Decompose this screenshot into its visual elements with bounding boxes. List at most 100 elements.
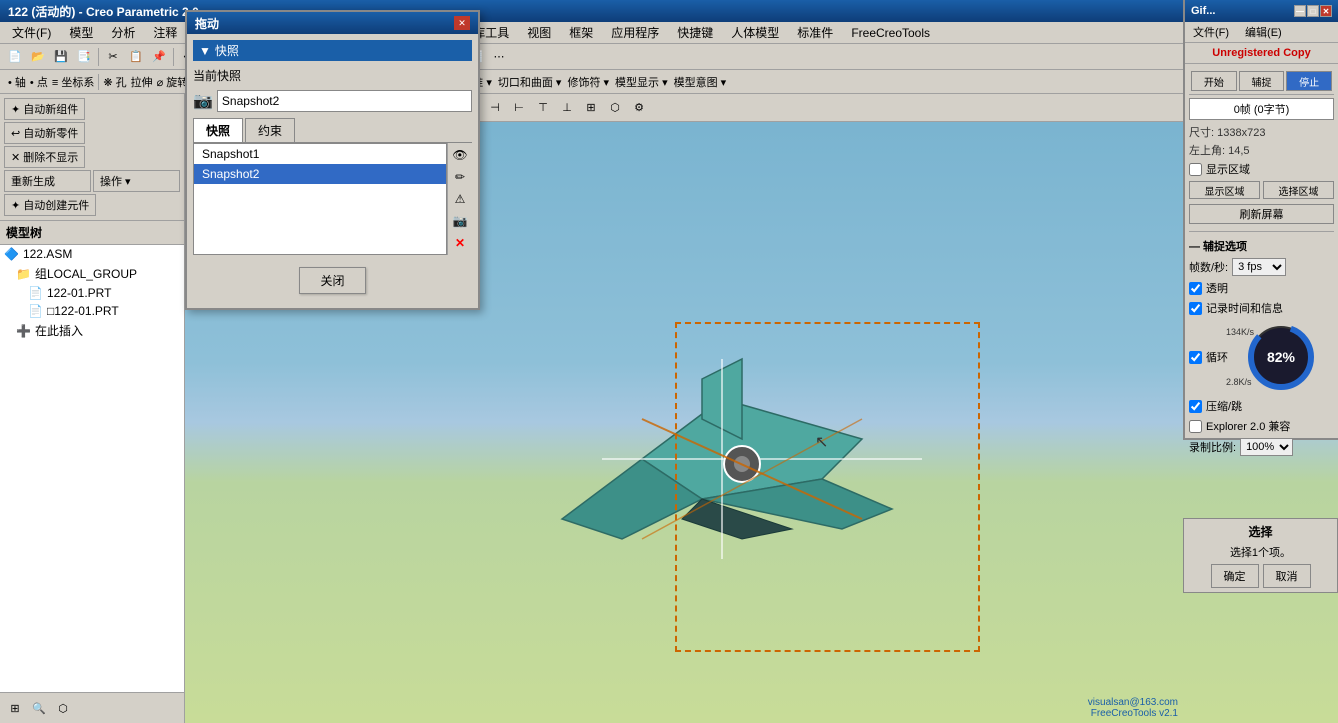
dialog-tabs: 快照 约束 — [193, 118, 472, 143]
snapshot-item-2[interactable]: Snapshot2 — [194, 164, 446, 184]
unregistered-copy-label: Unregistered Copy — [1185, 43, 1338, 64]
menu-standard[interactable]: 标准件 — [789, 22, 841, 43]
gif-menu-file[interactable]: 文件(F) — [1185, 22, 1237, 42]
toolbar-axis[interactable]: • 轴 — [8, 74, 26, 90]
tb-save[interactable]: 💾 — [50, 46, 72, 68]
toolbar-coord[interactable]: ≡ 坐标系 — [52, 74, 94, 90]
gif-min-btn[interactable]: — — [1294, 5, 1306, 17]
menu-frame[interactable]: 框架 — [561, 22, 601, 43]
tree-item-part1[interactable]: 📄 122-01.PRT — [0, 284, 184, 302]
snap-nav6[interactable]: ⊢ — [508, 97, 530, 119]
snapshot-item-1[interactable]: Snapshot1 — [194, 144, 446, 164]
tab-snapshot[interactable]: 快照 — [193, 118, 243, 142]
menu-shortcuts[interactable]: 快捷键 — [669, 22, 721, 43]
snapshot-name-input[interactable] — [217, 90, 472, 112]
delete-hidden-btn[interactable]: ✕ 删除不显示 — [4, 146, 85, 168]
gif-size-label: 尺寸: 1338x723 — [1189, 123, 1334, 141]
snap-nav8[interactable]: ⊥ — [556, 97, 578, 119]
menu-analysis[interactable]: 分析 — [103, 22, 143, 43]
toolbar-point[interactable]: • 点 — [30, 74, 48, 90]
tb-open[interactable]: 📂 — [27, 46, 49, 68]
gif-ratio-select[interactable]: 50% 75% 100% 150% 200% — [1240, 438, 1293, 456]
menu-model-display[interactable]: 模型显示 ▾ — [615, 74, 668, 90]
gif-compress-checkbox[interactable] — [1189, 400, 1202, 413]
menu-view[interactable]: 视图 — [519, 22, 559, 43]
insert-icon: ➕ — [16, 324, 31, 338]
operations-btn[interactable]: 操作 ▾ — [93, 170, 180, 192]
tab-constraint[interactable]: 约束 — [245, 118, 295, 142]
tree-item-insert[interactable]: ➕ 在此插入 — [0, 320, 184, 341]
left-icon1[interactable]: ⊞ — [4, 697, 26, 719]
gif-aux-btn[interactable]: 辅捉 — [1239, 71, 1285, 91]
tb-more[interactable]: ⋯ — [488, 46, 510, 68]
snap-nav9[interactable]: ⊞ — [580, 97, 602, 119]
tree-item-asm[interactable]: 🔷 122.ASM — [0, 245, 184, 263]
gif-gauge-svg: 82% — [1246, 322, 1316, 392]
snap-nav5[interactable]: ⊣ — [484, 97, 506, 119]
menu-annotation[interactable]: 注释 — [145, 22, 185, 43]
gif-start-btn[interactable]: 开始 — [1191, 71, 1237, 91]
toolbar-revolve[interactable]: ⌀ 旋转 — [157, 74, 189, 90]
model-tree[interactable]: 🔷 122.ASM 📁 组LOCAL_GROUP 📄 122-01.PRT 📄 … — [0, 245, 184, 692]
gif-transparent-label: 透明 — [1206, 280, 1228, 296]
gif-max-btn[interactable]: □ — [1307, 5, 1319, 17]
snapshot-list[interactable]: Snapshot1 Snapshot2 — [193, 143, 447, 255]
gif-fps-select[interactable]: 1 fps 2 fps 3 fps 5 fps 10 fps — [1232, 258, 1286, 276]
camera-icon: 📷 — [193, 91, 213, 111]
menu-file[interactable]: 文件(F) — [4, 22, 59, 43]
gif-timestamp-checkbox[interactable] — [1189, 302, 1202, 315]
gif-menu-edit[interactable]: 编辑(E) — [1237, 22, 1290, 42]
tool-camera[interactable]: 📷 — [450, 211, 470, 231]
snapshot-dialog: 拖动 ✕ ▼ 快照 当前快照 📷 快照 约束 Snapshot1 Snapsho… — [185, 10, 480, 310]
tool-eye[interactable]: 👁 — [450, 145, 470, 165]
gif-loop-row: 循环 — [1189, 349, 1228, 365]
gif-loop-label: 循环 — [1206, 349, 1228, 365]
tree-item-part2[interactable]: 📄 □122-01.PRT — [0, 302, 184, 320]
gif-explorer-checkbox[interactable] — [1189, 420, 1202, 433]
gif-stop-btn[interactable]: 停止 — [1286, 71, 1332, 91]
menu-model[interactable]: 模型 — [61, 22, 101, 43]
snap-nav10[interactable]: ⬡ — [604, 97, 626, 119]
gif-select-region-btn[interactable]: 选择区域 — [1263, 181, 1334, 199]
tree-item-group[interactable]: 📁 组LOCAL_GROUP — [0, 263, 184, 284]
toolbar-hole[interactable]: ❋ 孔 — [103, 74, 126, 90]
gif-display-checkbox[interactable] — [1189, 163, 1202, 176]
toolbar-extrude[interactable]: 拉伸 — [131, 74, 153, 90]
gif-loop-checkbox[interactable] — [1189, 351, 1202, 364]
tb-paste[interactable]: 📌 — [148, 46, 170, 68]
regenerate-btn[interactable]: 重新生成 — [4, 170, 91, 192]
tb-copy[interactable]: 📋 — [125, 46, 147, 68]
dialog-close-button[interactable]: ✕ — [454, 16, 470, 30]
menu-modifier[interactable]: 修饰符 ▾ — [567, 74, 609, 90]
auto-new-part-btn[interactable]: ↩ 自动新零件 — [4, 122, 85, 144]
dialog-close-btn-bottom[interactable]: 关闭 — [299, 267, 365, 294]
tool-delete[interactable]: ✕ — [450, 233, 470, 253]
menu-human-model[interactable]: 人体模型 — [723, 22, 787, 43]
tb-save2[interactable]: 📑 — [73, 46, 95, 68]
left-icon3[interactable]: ⬡ — [52, 697, 74, 719]
snap-nav7[interactable]: ⊤ — [532, 97, 554, 119]
menu-apps[interactable]: 应用程序 — [603, 22, 667, 43]
tool-edit[interactable]: ✏ — [450, 167, 470, 187]
auto-new-component-btn[interactable]: ✦ 自动新组件 — [4, 98, 85, 120]
sep1 — [98, 48, 99, 66]
tb-cut[interactable]: ✂ — [102, 46, 124, 68]
dialog-side-toolbar: 👁 ✏ ⚠ 📷 ✕ — [447, 143, 472, 255]
snap-settings[interactable]: ⚙ — [628, 97, 650, 119]
selection-confirm-btn[interactable]: 确定 — [1211, 564, 1259, 588]
menu-model-intent[interactable]: 模型意图 ▾ — [674, 74, 727, 90]
menu-cut-surface[interactable]: 切口和曲面 ▾ — [498, 74, 562, 90]
gif-refresh-btn[interactable]: 刷新屏幕 — [1189, 204, 1334, 224]
gif-transparent-checkbox[interactable] — [1189, 282, 1202, 295]
auto-create-component-btn[interactable]: ✦ 自动创建元件 — [4, 194, 96, 216]
tool-warning[interactable]: ⚠ — [450, 189, 470, 209]
gif-display-region-btn[interactable]: 显示区域 — [1189, 181, 1260, 199]
left-icon2[interactable]: 🔍 — [28, 697, 50, 719]
menu-freecretools[interactable]: FreeCreoTools — [843, 24, 938, 42]
tb-new[interactable]: 📄 — [4, 46, 26, 68]
gif-close-btn[interactable]: ✕ — [1320, 5, 1332, 17]
sep2 — [173, 48, 174, 66]
gif-compress-row: 压缩/跳 — [1189, 396, 1334, 416]
selection-cancel-btn[interactable]: 取消 — [1263, 564, 1311, 588]
left-top-buttons: ✦ 自动新组件 ↩ 自动新零件 ✕ 删除不显示 重新生成 操作 ▾ ✦ 自动创建… — [0, 94, 184, 221]
